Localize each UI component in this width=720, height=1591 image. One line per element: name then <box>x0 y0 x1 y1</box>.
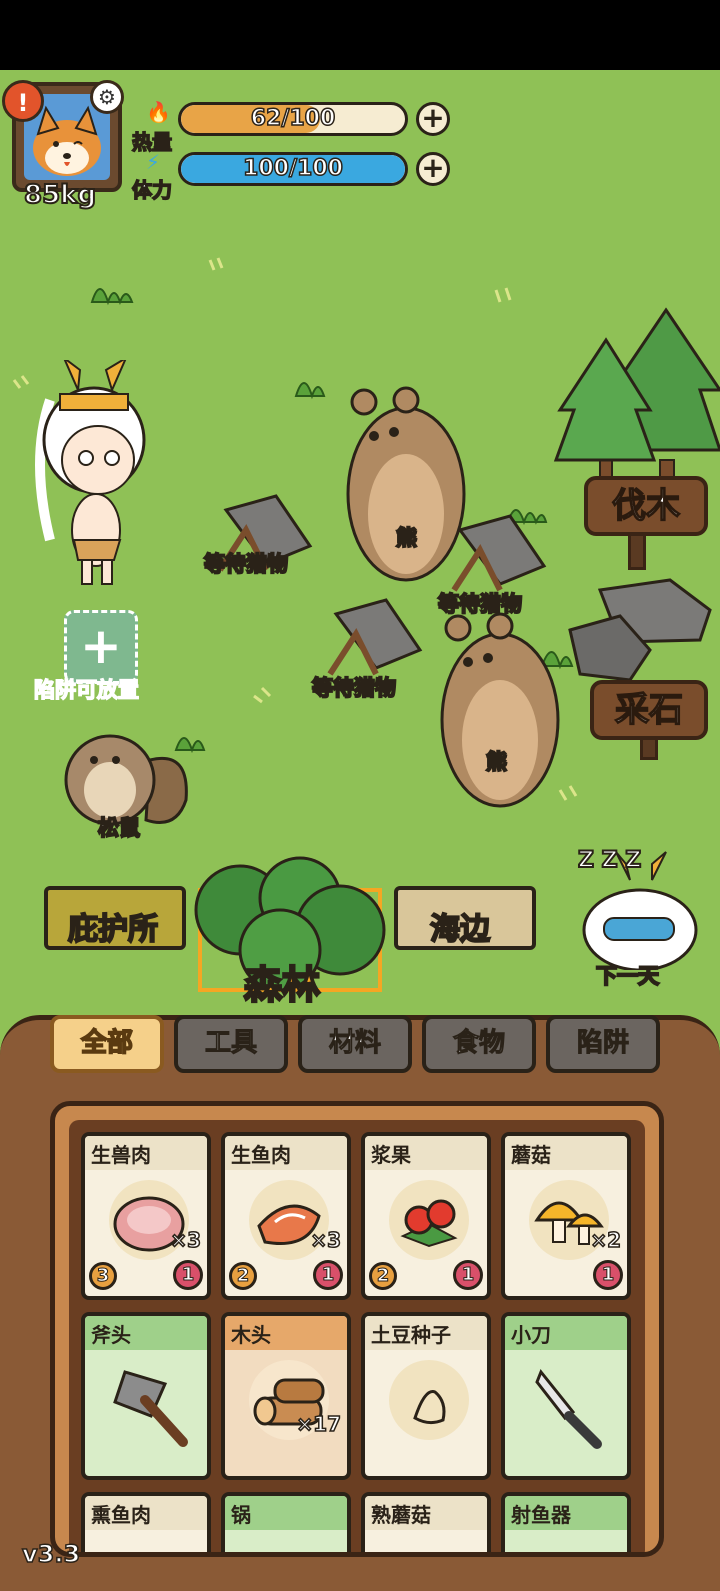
inventory-grid: 生兽肉 ×3 3 1 生鱼肉 ×3 2 1 浆果 2 1 蘑菇 ×2 1 斧头 … <box>50 1101 664 1557</box>
game-field: ! ⚙ 85kg 🔥 热量 62/100 + ⚡ 体力 100/100 + + … <box>0 70 720 1591</box>
trap-2-label: 等待猎物 <box>311 675 397 701</box>
map-tab-beach-label: 海边 <box>429 911 491 947</box>
heat-bar: 62/100 <box>178 102 408 136</box>
item-name: 熟蘑菇 <box>365 1496 487 1530</box>
map-tab-shelter-label: 庇护所 <box>67 911 159 947</box>
item-name: 熏鱼肉 <box>85 1496 207 1530</box>
status-bar <box>0 0 720 70</box>
axe-icon <box>113 1370 188 1447</box>
item-quantity: ×3 <box>310 1227 342 1253</box>
bear-1-label: 熊 <box>395 525 418 551</box>
item-card-cooked-mushroom[interactable]: 熟蘑菇 <box>361 1492 491 1552</box>
item-name: 生兽肉 <box>85 1136 207 1170</box>
version-label: v3.3 <box>21 1539 81 1569</box>
stamina-bar: 100/100 <box>178 152 408 186</box>
alert-icon[interactable]: ! <box>2 80 44 122</box>
plus-icon: + <box>80 617 122 675</box>
potato-seed-icon <box>413 1390 446 1425</box>
item-name: 生鱼肉 <box>225 1136 347 1170</box>
item-name: 浆果 <box>365 1136 487 1170</box>
item-card-potato-seed[interactable]: 土豆种子 <box>361 1312 491 1480</box>
map-tab-shelter[interactable]: 庇护所 <box>44 886 186 950</box>
item-name: 射鱼器 <box>505 1496 627 1530</box>
calorie-badge: 2 <box>229 1262 257 1290</box>
next-day-label[interactable]: 下一天 <box>595 960 660 990</box>
player-weight: 85kg <box>23 179 97 211</box>
trap-slot-label: 陷阱可放置 <box>33 677 140 703</box>
heat-icon: 🔥 <box>146 100 171 124</box>
girl-character[interactable] <box>20 360 160 590</box>
knife-icon <box>535 1369 602 1449</box>
stamina-label: 体力 <box>131 177 173 203</box>
add-stamina-button[interactable]: + <box>416 152 450 186</box>
trap-2[interactable] <box>316 594 426 684</box>
berries-icon <box>400 1199 458 1248</box>
sleep-zzz-icon: Z Z Z <box>577 847 642 874</box>
filter-tools[interactable]: 工具 <box>174 1015 288 1073</box>
hunger-badge: 1 <box>313 1260 343 1290</box>
item-card-knife[interactable]: 小刀 <box>501 1312 631 1480</box>
mine-stone-button[interactable]: 采石 <box>590 680 708 740</box>
trap-slot-button[interactable]: + <box>64 610 138 684</box>
bear-2-label: 熊 <box>485 749 508 775</box>
item-card-fish-spear[interactable]: 射鱼器 <box>501 1492 631 1552</box>
heat-value: 62/100 <box>250 105 336 132</box>
filter-traps[interactable]: 陷阱 <box>546 1015 660 1073</box>
item-name: 土豆种子 <box>365 1316 487 1350</box>
item-card-raw-meat[interactable]: 生兽肉 ×3 3 1 <box>81 1132 211 1300</box>
hunger-badge: 1 <box>453 1260 483 1290</box>
add-heat-button[interactable]: + <box>416 102 450 136</box>
settings-gear-icon[interactable]: ⚙ <box>90 80 124 114</box>
item-name: 斧头 <box>85 1316 207 1350</box>
chop-wood-button[interactable]: 伐木 <box>584 476 708 536</box>
item-card-mushroom[interactable]: 蘑菇 ×2 1 <box>501 1132 631 1300</box>
item-card-smoked-fish[interactable]: 熏鱼肉 <box>81 1492 211 1552</box>
backpack-panel: 全部 工具 材料 食物 陷阱 生兽肉 ×3 3 1 生鱼肉 ×3 2 1 浆果 … <box>0 1015 720 1591</box>
stamina-value: 100/100 <box>242 155 343 182</box>
map-tab-forest[interactable]: 森林 <box>243 954 322 1009</box>
item-card-berries[interactable]: 浆果 2 1 <box>361 1132 491 1300</box>
calorie-badge: 3 <box>89 1262 117 1290</box>
item-quantity: ×17 <box>296 1411 342 1437</box>
rock-pile <box>568 578 712 682</box>
item-quantity: ×3 <box>170 1227 202 1253</box>
item-card-axe[interactable]: 斧头 <box>81 1312 211 1480</box>
hunger-badge: 1 <box>593 1260 623 1290</box>
bear-2[interactable] <box>430 610 570 810</box>
item-quantity: ×2 <box>590 1227 622 1253</box>
trap-1-label: 等待猎物 <box>203 551 289 577</box>
stamina-icon: ⚡ <box>146 150 161 174</box>
bear-1[interactable] <box>336 384 476 584</box>
filter-materials[interactable]: 材料 <box>298 1015 412 1073</box>
filter-all[interactable]: 全部 <box>50 1015 164 1073</box>
filter-food[interactable]: 食物 <box>422 1015 536 1073</box>
calorie-badge: 2 <box>369 1262 397 1290</box>
item-name: 锅 <box>225 1496 347 1530</box>
map-tab-beach[interactable]: 海边 <box>394 886 536 950</box>
item-card-wood[interactable]: 木头 ×17 <box>221 1312 351 1480</box>
hunger-badge: 1 <box>173 1260 203 1290</box>
item-name: 木头 <box>225 1316 347 1350</box>
item-name: 蘑菇 <box>505 1136 627 1170</box>
item-name: 小刀 <box>505 1316 627 1350</box>
item-card-raw-fish[interactable]: 生鱼肉 ×3 2 1 <box>221 1132 351 1300</box>
squirrel-label: 松鼠 <box>97 815 141 841</box>
item-card-pot[interactable]: 锅 <box>221 1492 351 1552</box>
